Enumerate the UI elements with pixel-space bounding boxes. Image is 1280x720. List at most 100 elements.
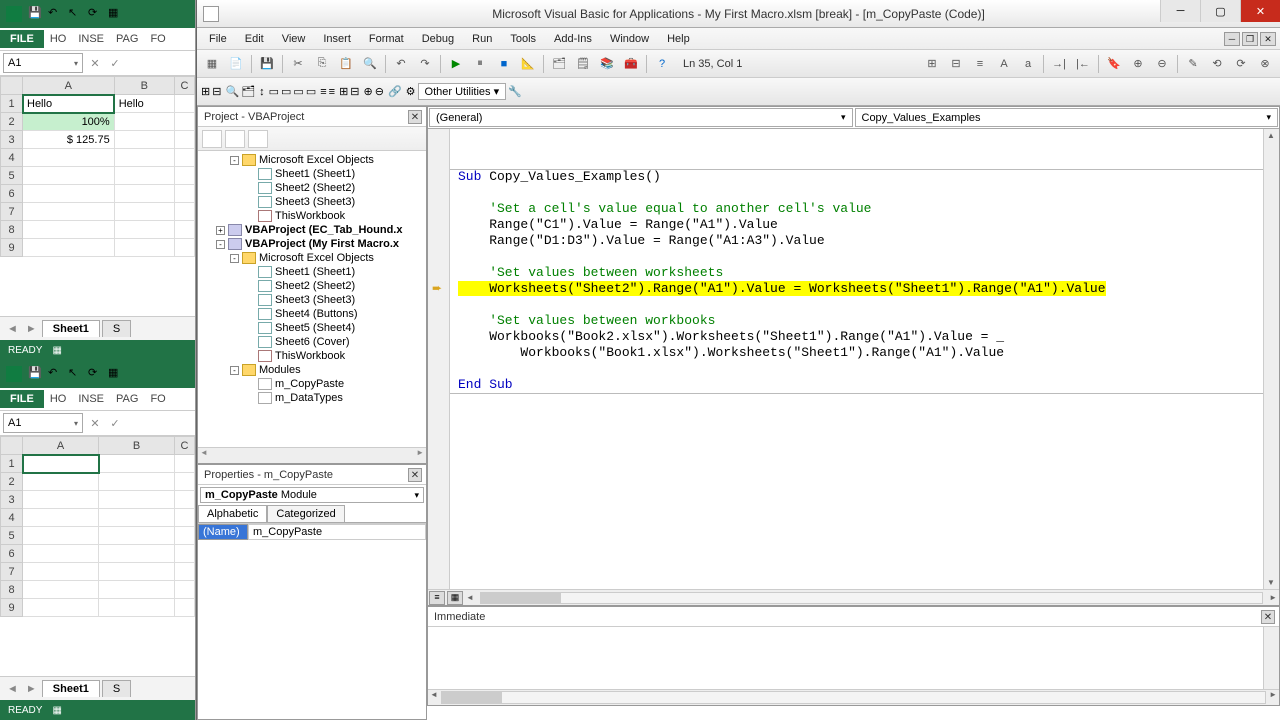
cell-A1[interactable] (23, 455, 99, 473)
sheet-nav-prev-icon[interactable]: ◄ (4, 323, 21, 335)
indent-icon[interactable]: →| (1048, 53, 1070, 75)
qat-undo-icon[interactable]: ↶ (48, 366, 64, 382)
outdent-icon[interactable]: |← (1072, 53, 1094, 75)
qat-save-icon[interactable]: 💾 (28, 366, 44, 382)
tb-icon[interactable]: ↕ (259, 86, 265, 98)
menu-insert[interactable]: Insert (315, 31, 359, 47)
excel-grid[interactable]: ABC 1 2 3 4 5 6 7 8 9 (0, 436, 195, 676)
tree-item[interactable]: ThisWorkbook (202, 209, 422, 223)
sheet-tab[interactable]: S (102, 320, 131, 337)
design-mode-icon[interactable]: 📐 (517, 53, 539, 75)
tree-item[interactable]: Sheet2 (Sheet2) (202, 181, 422, 195)
ribbon-tab[interactable]: PAG (110, 390, 144, 408)
cell-B1[interactable]: Hello (114, 95, 174, 113)
tree-item[interactable]: -Modules (202, 363, 422, 377)
tb-icon[interactable]: ⊞ (339, 85, 348, 98)
close-button[interactable]: ✕ (1240, 0, 1280, 22)
immediate-input[interactable] (428, 627, 1279, 689)
tree-item[interactable]: Sheet2 (Sheet2) (202, 279, 422, 293)
redo-icon[interactable]: ↷ (414, 53, 436, 75)
menu-view[interactable]: View (274, 31, 314, 47)
horizontal-scrollbar[interactable] (198, 447, 426, 463)
fx-cancel-icon[interactable]: ✕ (87, 57, 103, 70)
qat-macro-icon[interactable]: ▦ (108, 366, 124, 382)
menu-debug[interactable]: Debug (414, 31, 462, 47)
view-excel-icon[interactable]: ▦ (201, 53, 223, 75)
tree-item[interactable]: Sheet3 (Sheet3) (202, 195, 422, 209)
tb-icon[interactable]: ⟳ (1230, 53, 1252, 75)
tree-item[interactable]: Sheet5 (Sheet4) (202, 321, 422, 335)
fx-cancel-icon[interactable]: ✕ (87, 417, 103, 430)
sheet-tab[interactable]: Sheet1 (42, 680, 100, 697)
toolbox-icon[interactable]: 🧰 (620, 53, 642, 75)
fx-confirm-icon[interactable]: ✓ (107, 417, 123, 430)
view-object-icon[interactable] (225, 130, 245, 148)
tree-item[interactable]: ThisWorkbook (202, 349, 422, 363)
qat-undo-icon[interactable]: ↶ (48, 6, 64, 22)
properties-icon[interactable]: 🗒 (572, 53, 594, 75)
qat-refresh-icon[interactable]: ⟳ (88, 6, 104, 22)
menu-format[interactable]: Format (361, 31, 412, 47)
tb-icon[interactable]: ⊟ (350, 85, 359, 98)
tree-item[interactable]: -Microsoft Excel Objects (202, 153, 422, 167)
tb-icon[interactable]: ⊞ (201, 85, 210, 98)
tree-item[interactable]: m_CopyPaste (202, 377, 422, 391)
tb-icon[interactable]: 🔧 (508, 85, 522, 98)
procedure-dropdown[interactable]: Copy_Values_Examples (855, 108, 1279, 127)
object-browser-icon[interactable]: 📚 (596, 53, 618, 75)
code-margin[interactable]: ➨ (428, 129, 450, 589)
qat-save-icon[interactable]: 💾 (28, 6, 44, 22)
menu-window[interactable]: Window (602, 31, 657, 47)
name-box[interactable]: A1 (3, 53, 83, 73)
cell-A1[interactable]: Hello (23, 95, 115, 113)
help-icon[interactable]: ? (651, 53, 673, 75)
horizontal-scrollbar[interactable] (480, 592, 1263, 604)
properties-grid[interactable]: (Name) m_CopyPaste (198, 523, 426, 540)
reset-icon[interactable]: ■ (493, 53, 515, 75)
qat-pointer-icon[interactable]: ↖ (68, 366, 84, 382)
tb-icon[interactable]: 🔍 (225, 85, 239, 98)
close-icon[interactable]: ✕ (408, 110, 422, 124)
tree-item[interactable]: Sheet4 (Buttons) (202, 307, 422, 321)
qat-pointer-icon[interactable]: ↖ (68, 6, 84, 22)
copy-icon[interactable]: ⎘ (311, 53, 333, 75)
full-module-view-icon[interactable]: ▦ (447, 591, 463, 605)
menu-tools[interactable]: Tools (502, 31, 544, 47)
tb-icon[interactable]: ⚙ (406, 85, 416, 98)
tb-icon[interactable]: ⊕ (1127, 53, 1149, 75)
tree-item[interactable]: -VBAProject (My First Macro.x (202, 237, 422, 251)
tb-icon[interactable]: ⊖ (375, 85, 384, 98)
file-tab[interactable]: FILE (0, 390, 44, 408)
macro-record-icon[interactable]: ▦ (52, 705, 61, 716)
save-icon[interactable]: 💾 (256, 53, 278, 75)
tb-icon[interactable]: ▭ (293, 85, 303, 98)
fx-confirm-icon[interactable]: ✓ (107, 57, 123, 70)
bookmark-icon[interactable]: 🔖 (1103, 53, 1125, 75)
tb-icon[interactable]: ⊞ (921, 53, 943, 75)
tb-icon[interactable]: ⟲ (1206, 53, 1228, 75)
undo-icon[interactable]: ↶ (390, 53, 412, 75)
ribbon-tab[interactable]: HO (44, 390, 73, 408)
sheet-tab[interactable]: Sheet1 (42, 320, 100, 337)
close-icon[interactable]: ✕ (1261, 610, 1275, 624)
view-code-icon[interactable] (202, 130, 222, 148)
ribbon-tab[interactable]: HO (44, 30, 73, 48)
tb-icon[interactable]: a (1017, 53, 1039, 75)
procedure-view-icon[interactable]: ≡ (429, 591, 445, 605)
sheet-nav-prev-icon[interactable]: ◄ (4, 683, 21, 695)
project-explorer-icon[interactable]: 🗂 (548, 53, 570, 75)
tree-item[interactable]: +VBAProject (EC_Tab_Hound.x (202, 223, 422, 237)
macro-record-icon[interactable]: ▦ (52, 345, 61, 356)
other-utilities-dropdown[interactable]: Other Utilities ▾ (418, 83, 507, 100)
tb-icon[interactable]: ⊗ (1254, 53, 1276, 75)
ribbon-tab[interactable]: FO (144, 390, 171, 408)
cut-icon[interactable]: ✂ (287, 53, 309, 75)
code-editor[interactable]: ➨ Sub Copy_Values_Examples() 'Set a cell… (428, 129, 1279, 589)
mdi-minimize-button[interactable]: ─ (1224, 32, 1240, 46)
horizontal-scrollbar[interactable]: ◄ ► (428, 689, 1279, 705)
tree-item[interactable]: Sheet1 (Sheet1) (202, 265, 422, 279)
close-icon[interactable]: ✕ (408, 468, 422, 482)
tab-categorized[interactable]: Categorized (267, 505, 344, 522)
ribbon-tab[interactable]: PAG (110, 30, 144, 48)
run-icon[interactable]: ▶ (445, 53, 467, 75)
